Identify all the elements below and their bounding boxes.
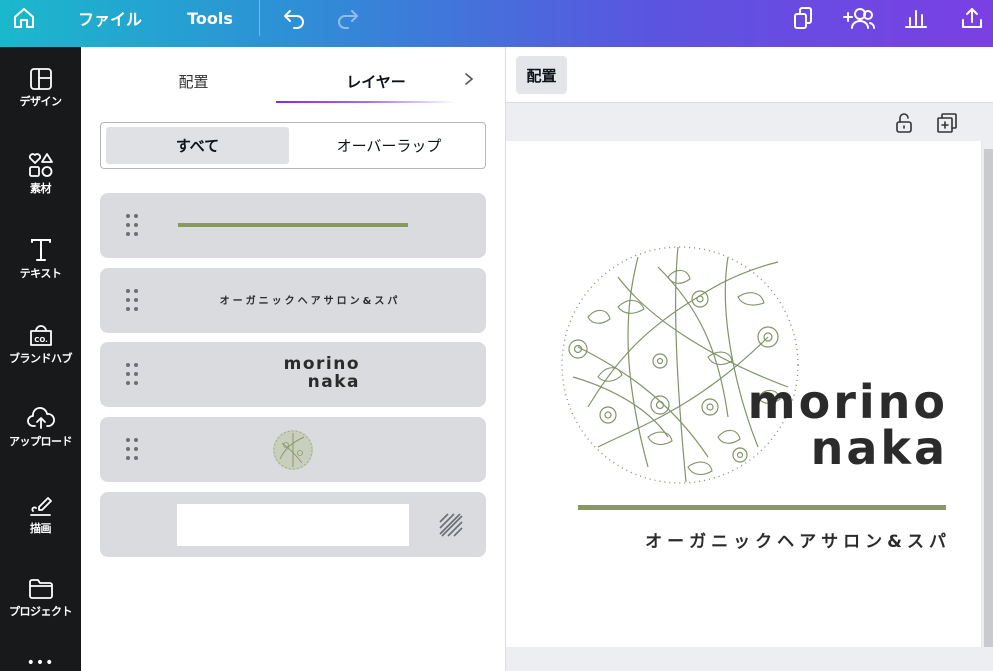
layers-panel: 配置 レイヤー すべて オーバーラップ オーガニックヘアサロン&スパ morin… xyxy=(81,47,505,671)
layer-item-subtitle[interactable]: オーガニックヘアサロン&スパ xyxy=(100,268,486,333)
layer-line-preview xyxy=(178,223,408,227)
folder-icon xyxy=(28,579,53,599)
drag-handle-icon[interactable] xyxy=(126,438,142,462)
rail-more-button[interactable]: ••• xyxy=(0,655,81,671)
tab-position[interactable]: 配置 xyxy=(141,61,246,101)
undo-icon[interactable] xyxy=(280,0,308,36)
layer-item-logo-text[interactable]: morino naka xyxy=(100,342,486,407)
rail-label-projects: プロジェクト xyxy=(9,605,73,618)
share-upload-icon[interactable] xyxy=(958,0,986,36)
drag-handle-icon[interactable] xyxy=(126,214,142,238)
layer-item-background[interactable] xyxy=(100,492,486,557)
more-dots-icon: ••• xyxy=(26,655,55,671)
logo-title-line2: naka xyxy=(810,421,948,475)
chevron-right-icon[interactable] xyxy=(459,67,479,91)
toolbar-divider xyxy=(259,0,260,36)
logo-accent-line[interactable] xyxy=(578,505,946,510)
rail-item-projects[interactable]: プロジェクト xyxy=(0,577,81,647)
rail-label-draw: 描画 xyxy=(30,522,52,535)
rail-label-upload: アップロード xyxy=(9,435,73,448)
draw-icon xyxy=(29,497,52,516)
canvas-context-toolbar: 配置 xyxy=(506,47,993,103)
svg-text:CO.: CO. xyxy=(34,336,48,344)
rail-label-design: デザイン xyxy=(19,95,63,108)
home-icon[interactable] xyxy=(8,0,40,36)
tools-menu-button[interactable]: Tools xyxy=(182,0,238,36)
layer-background-preview xyxy=(177,504,409,546)
side-navigation-rail: デザイン 素材 テキスト CO. ブランドハブ アップロード 描画 プロジェクト… xyxy=(0,47,81,671)
page-tools-bar xyxy=(506,103,993,141)
layer-filter-toggle: すべて オーバーラップ xyxy=(100,122,486,169)
text-icon xyxy=(30,239,51,261)
elements-icon xyxy=(28,153,53,177)
vertical-scrollbar[interactable] xyxy=(984,149,993,647)
layer-item-illustration[interactable] xyxy=(100,417,486,482)
active-tab-indicator xyxy=(276,101,456,103)
layer-subtitle-preview: オーガニックヘアサロン&スパ xyxy=(219,296,401,307)
filter-all-button[interactable]: すべて xyxy=(106,127,289,164)
filter-overlap-button[interactable]: オーバーラップ xyxy=(297,127,481,164)
duplicate-page-icon[interactable] xyxy=(936,112,958,134)
drag-handle-icon[interactable] xyxy=(126,289,142,313)
unlock-icon[interactable] xyxy=(894,112,914,134)
rail-label-text: テキスト xyxy=(19,267,62,280)
rail-item-text[interactable]: テキスト xyxy=(0,237,81,307)
layer-item-line[interactable] xyxy=(100,193,486,258)
add-people-icon[interactable] xyxy=(842,0,876,36)
rail-item-design[interactable]: デザイン xyxy=(0,67,81,137)
layout-icon xyxy=(29,68,52,90)
layer-logo-line2: naka xyxy=(307,372,360,392)
position-button[interactable]: 配置 xyxy=(516,56,567,94)
insights-chart-icon[interactable] xyxy=(902,0,930,36)
transparency-icon[interactable] xyxy=(439,513,463,537)
drag-handle-icon[interactable] xyxy=(126,363,142,387)
logo-title-line1: morino xyxy=(747,375,948,429)
redo-icon[interactable] xyxy=(334,0,362,36)
layer-logo-text-preview: morino naka xyxy=(250,355,360,391)
rail-label-brand-hub: ブランドハブ xyxy=(9,352,73,365)
top-toolbar: ファイル Tools xyxy=(0,0,993,47)
rail-item-brand-hub[interactable]: CO. ブランドハブ xyxy=(0,322,81,392)
rail-label-elements: 素材 xyxy=(30,182,52,195)
layer-logo-line1: morino xyxy=(283,354,360,374)
rail-item-upload[interactable]: アップロード xyxy=(0,407,81,477)
floral-circle-thumbnail xyxy=(273,430,313,470)
brand-hub-icon: CO. xyxy=(29,325,52,346)
rail-item-elements[interactable]: 素材 xyxy=(0,152,81,222)
copy-pages-icon[interactable] xyxy=(788,0,818,36)
upload-cloud-icon xyxy=(26,407,55,429)
canvas-area: 配置 morino naka オーガニックヘアサロン&スパ xyxy=(505,47,993,671)
rail-item-draw[interactable]: 描画 xyxy=(0,492,81,562)
tab-layers[interactable]: レイヤー xyxy=(311,61,441,101)
file-menu-button[interactable]: ファイル xyxy=(70,0,150,36)
logo-subtitle[interactable]: オーガニックヘアサロン&スパ xyxy=(606,527,951,552)
logo-title[interactable]: morino naka xyxy=(706,379,948,471)
design-page[interactable]: morino naka オーガニックヘアサロン&スパ xyxy=(506,141,982,647)
